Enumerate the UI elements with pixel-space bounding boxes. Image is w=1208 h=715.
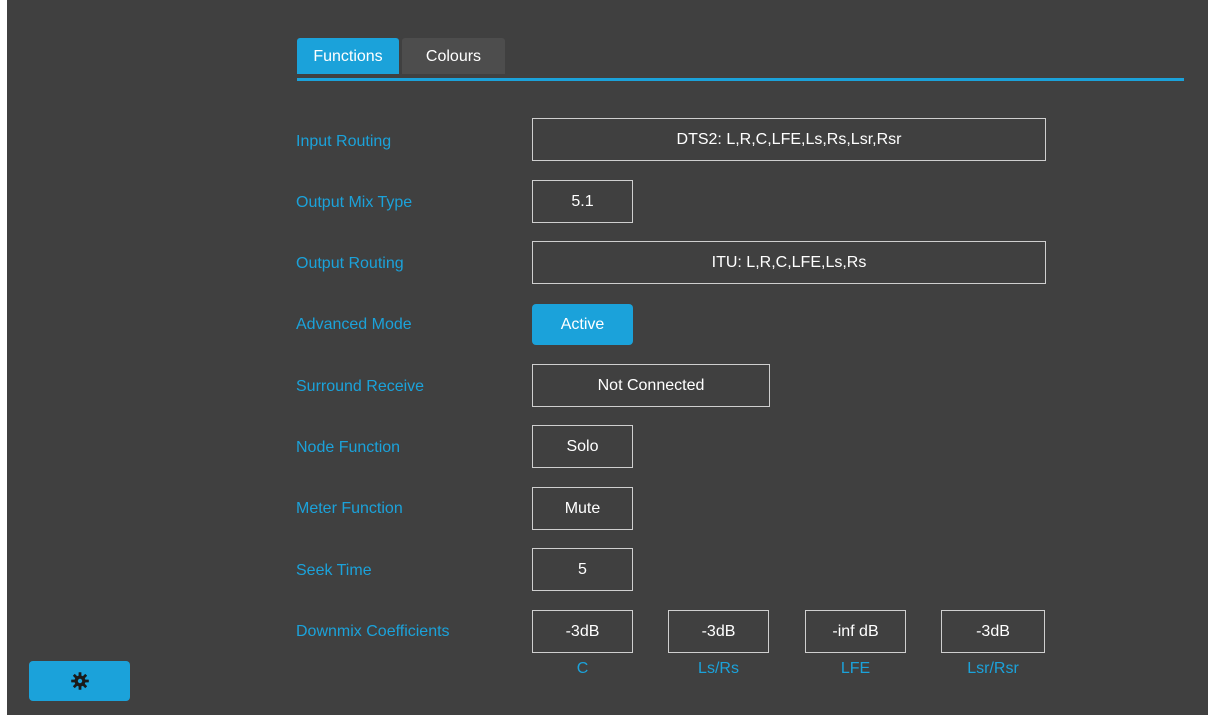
gear-icon [70, 672, 89, 690]
downmix-lfe-field[interactable]: -inf dB [805, 610, 906, 653]
surround-receive-field[interactable]: Not Connected [532, 364, 770, 407]
tab-underline [297, 78, 1184, 81]
downmix-lsr-rsr-channel-label: Lsr/Rsr [967, 660, 1019, 677]
downmix-c-channel-label: C [576, 660, 589, 677]
downmix-ls-rs-field[interactable]: -3dB [668, 610, 769, 653]
advanced-mode-label: Advanced Mode [296, 316, 412, 333]
input-routing-field[interactable]: DTS2: L,R,C,LFE,Ls,Rs,Lsr,Rsr [532, 118, 1046, 161]
downmix-coefficients-label: Downmix Coefficients [296, 623, 450, 640]
tab-colours[interactable]: Colours [402, 38, 505, 74]
output-mix-type-field[interactable]: 5.1 [532, 180, 633, 223]
output-routing-field[interactable]: ITU: L,R,C,LFE,Ls,Rs [532, 241, 1046, 284]
node-function-label: Node Function [296, 439, 401, 456]
advanced-mode-button[interactable]: Active [532, 304, 633, 345]
output-routing-label: Output Routing [296, 255, 404, 272]
node-function-field[interactable]: Solo [532, 425, 633, 468]
output-mix-type-label: Output Mix Type [296, 194, 413, 211]
downmix-ls-rs-channel-label: Ls/Rs [698, 660, 739, 677]
downmix-lfe-channel-label: LFE [840, 660, 871, 677]
downmix-c-field[interactable]: -3dB [532, 610, 633, 653]
settings-panel [7, 0, 1208, 715]
surround-receive-label: Surround Receive [296, 378, 425, 395]
downmix-lsr-rsr-field[interactable]: -3dB [941, 610, 1045, 653]
seek-time-label: Seek Time [296, 562, 372, 579]
meter-function-label: Meter Function [296, 500, 403, 517]
seek-time-field[interactable]: 5 [532, 548, 633, 591]
tab-functions[interactable]: Functions [297, 38, 399, 74]
meter-function-field[interactable]: Mute [532, 487, 633, 530]
input-routing-label: Input Routing [296, 133, 392, 150]
settings-button[interactable] [29, 661, 130, 701]
